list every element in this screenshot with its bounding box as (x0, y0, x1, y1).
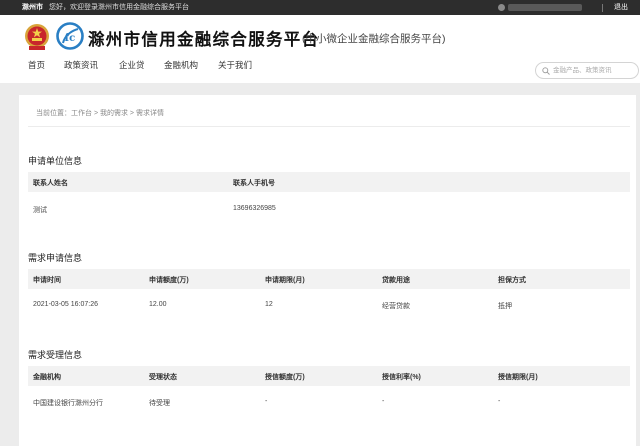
col-apply-amount: 申请额度(万) (149, 277, 189, 284)
cell-contact-name: 测试 (33, 207, 47, 214)
acceptance-table-header: 金融机构 受理状态 授信额度(万) 授信利率(%) 授信期限(月) (28, 366, 630, 386)
cell-institution: 中国建设银行滁州分行 (33, 400, 103, 407)
welcome-text: 您好，欢迎登录滁州市信用金融综合服务平台 (49, 4, 189, 11)
cell-credit-amount: - (265, 398, 268, 405)
demand-table-header: 申请时间 申请额度(万) 申请期限(月) 贷款用途 担保方式 (28, 269, 630, 289)
col-apply-term: 申请期限(月) (265, 277, 305, 284)
site-subtitle: (中小微企业金融综合服务平台) (302, 33, 446, 45)
col-apply-time: 申请时间 (33, 277, 61, 284)
platform-logo-icon: fc (56, 22, 84, 50)
col-institution: 金融机构 (33, 374, 61, 381)
cell-apply-term: 12 (265, 301, 273, 308)
svg-text:fc: fc (65, 33, 75, 44)
national-emblem-icon (25, 24, 49, 50)
search-icon (542, 67, 550, 75)
cell-guarantee-method: 抵押 (498, 303, 512, 310)
applicant-section-title: 申请单位信息 (28, 156, 83, 166)
cell-loan-purpose: 经营贷款 (382, 303, 410, 310)
col-credit-term: 授信期限(月) (498, 374, 538, 381)
divider (28, 126, 630, 127)
separator (602, 4, 603, 12)
cell-contact-phone: 13696326985 (233, 205, 276, 212)
user-name-redacted[interactable] (508, 4, 582, 11)
search-box[interactable] (535, 62, 639, 79)
top-bar: 滁州市 您好，欢迎登录滁州市信用金融综合服务平台 退出 (0, 0, 640, 15)
cell-apply-amount: 12.00 (149, 301, 167, 308)
demand-section-title: 需求申请信息 (28, 253, 83, 263)
user-icon (498, 4, 505, 11)
col-contact-phone: 联系人手机号 (233, 180, 275, 187)
acceptance-section-title: 需求受理信息 (28, 350, 83, 360)
nav-enterprise-loan[interactable]: 企业贷 (119, 59, 145, 71)
col-loan-purpose: 贷款用途 (382, 277, 410, 284)
nav-financial-institutions[interactable]: 金融机构 (164, 59, 198, 71)
col-credit-amount: 授信额度(万) (265, 374, 305, 381)
logout-link[interactable]: 退出 (614, 0, 628, 15)
col-contact-name: 联系人姓名 (33, 180, 68, 187)
site-header: fc 滁州市信用金融综合服务平台 (中小微企业金融综合服务平台) 首页 政策资讯… (0, 15, 640, 83)
col-guarantee-method: 担保方式 (498, 277, 526, 284)
cell-apply-time: 2021-03-05 16:07:26 (33, 301, 98, 308)
applicant-table-header: 联系人姓名 联系人手机号 (28, 172, 630, 192)
nav-policy-news[interactable]: 政策资讯 (64, 59, 98, 71)
cell-credit-rate: - (382, 398, 385, 405)
nav-home[interactable]: 首页 (28, 59, 45, 71)
cell-accept-status: 待受理 (149, 400, 170, 407)
city-label[interactable]: 滁州市 (22, 0, 43, 15)
search-input[interactable] (553, 65, 635, 76)
nav-about-us[interactable]: 关于我们 (218, 59, 252, 71)
col-accept-status: 受理状态 (149, 374, 177, 381)
breadcrumb: 当前位置：工作台 > 我的需求 > 需求详情 (36, 110, 164, 117)
col-credit-rate: 授信利率(%) (382, 374, 421, 381)
site-title: 滁州市信用金融综合服务平台 (88, 30, 320, 49)
cell-credit-term: - (498, 398, 501, 405)
